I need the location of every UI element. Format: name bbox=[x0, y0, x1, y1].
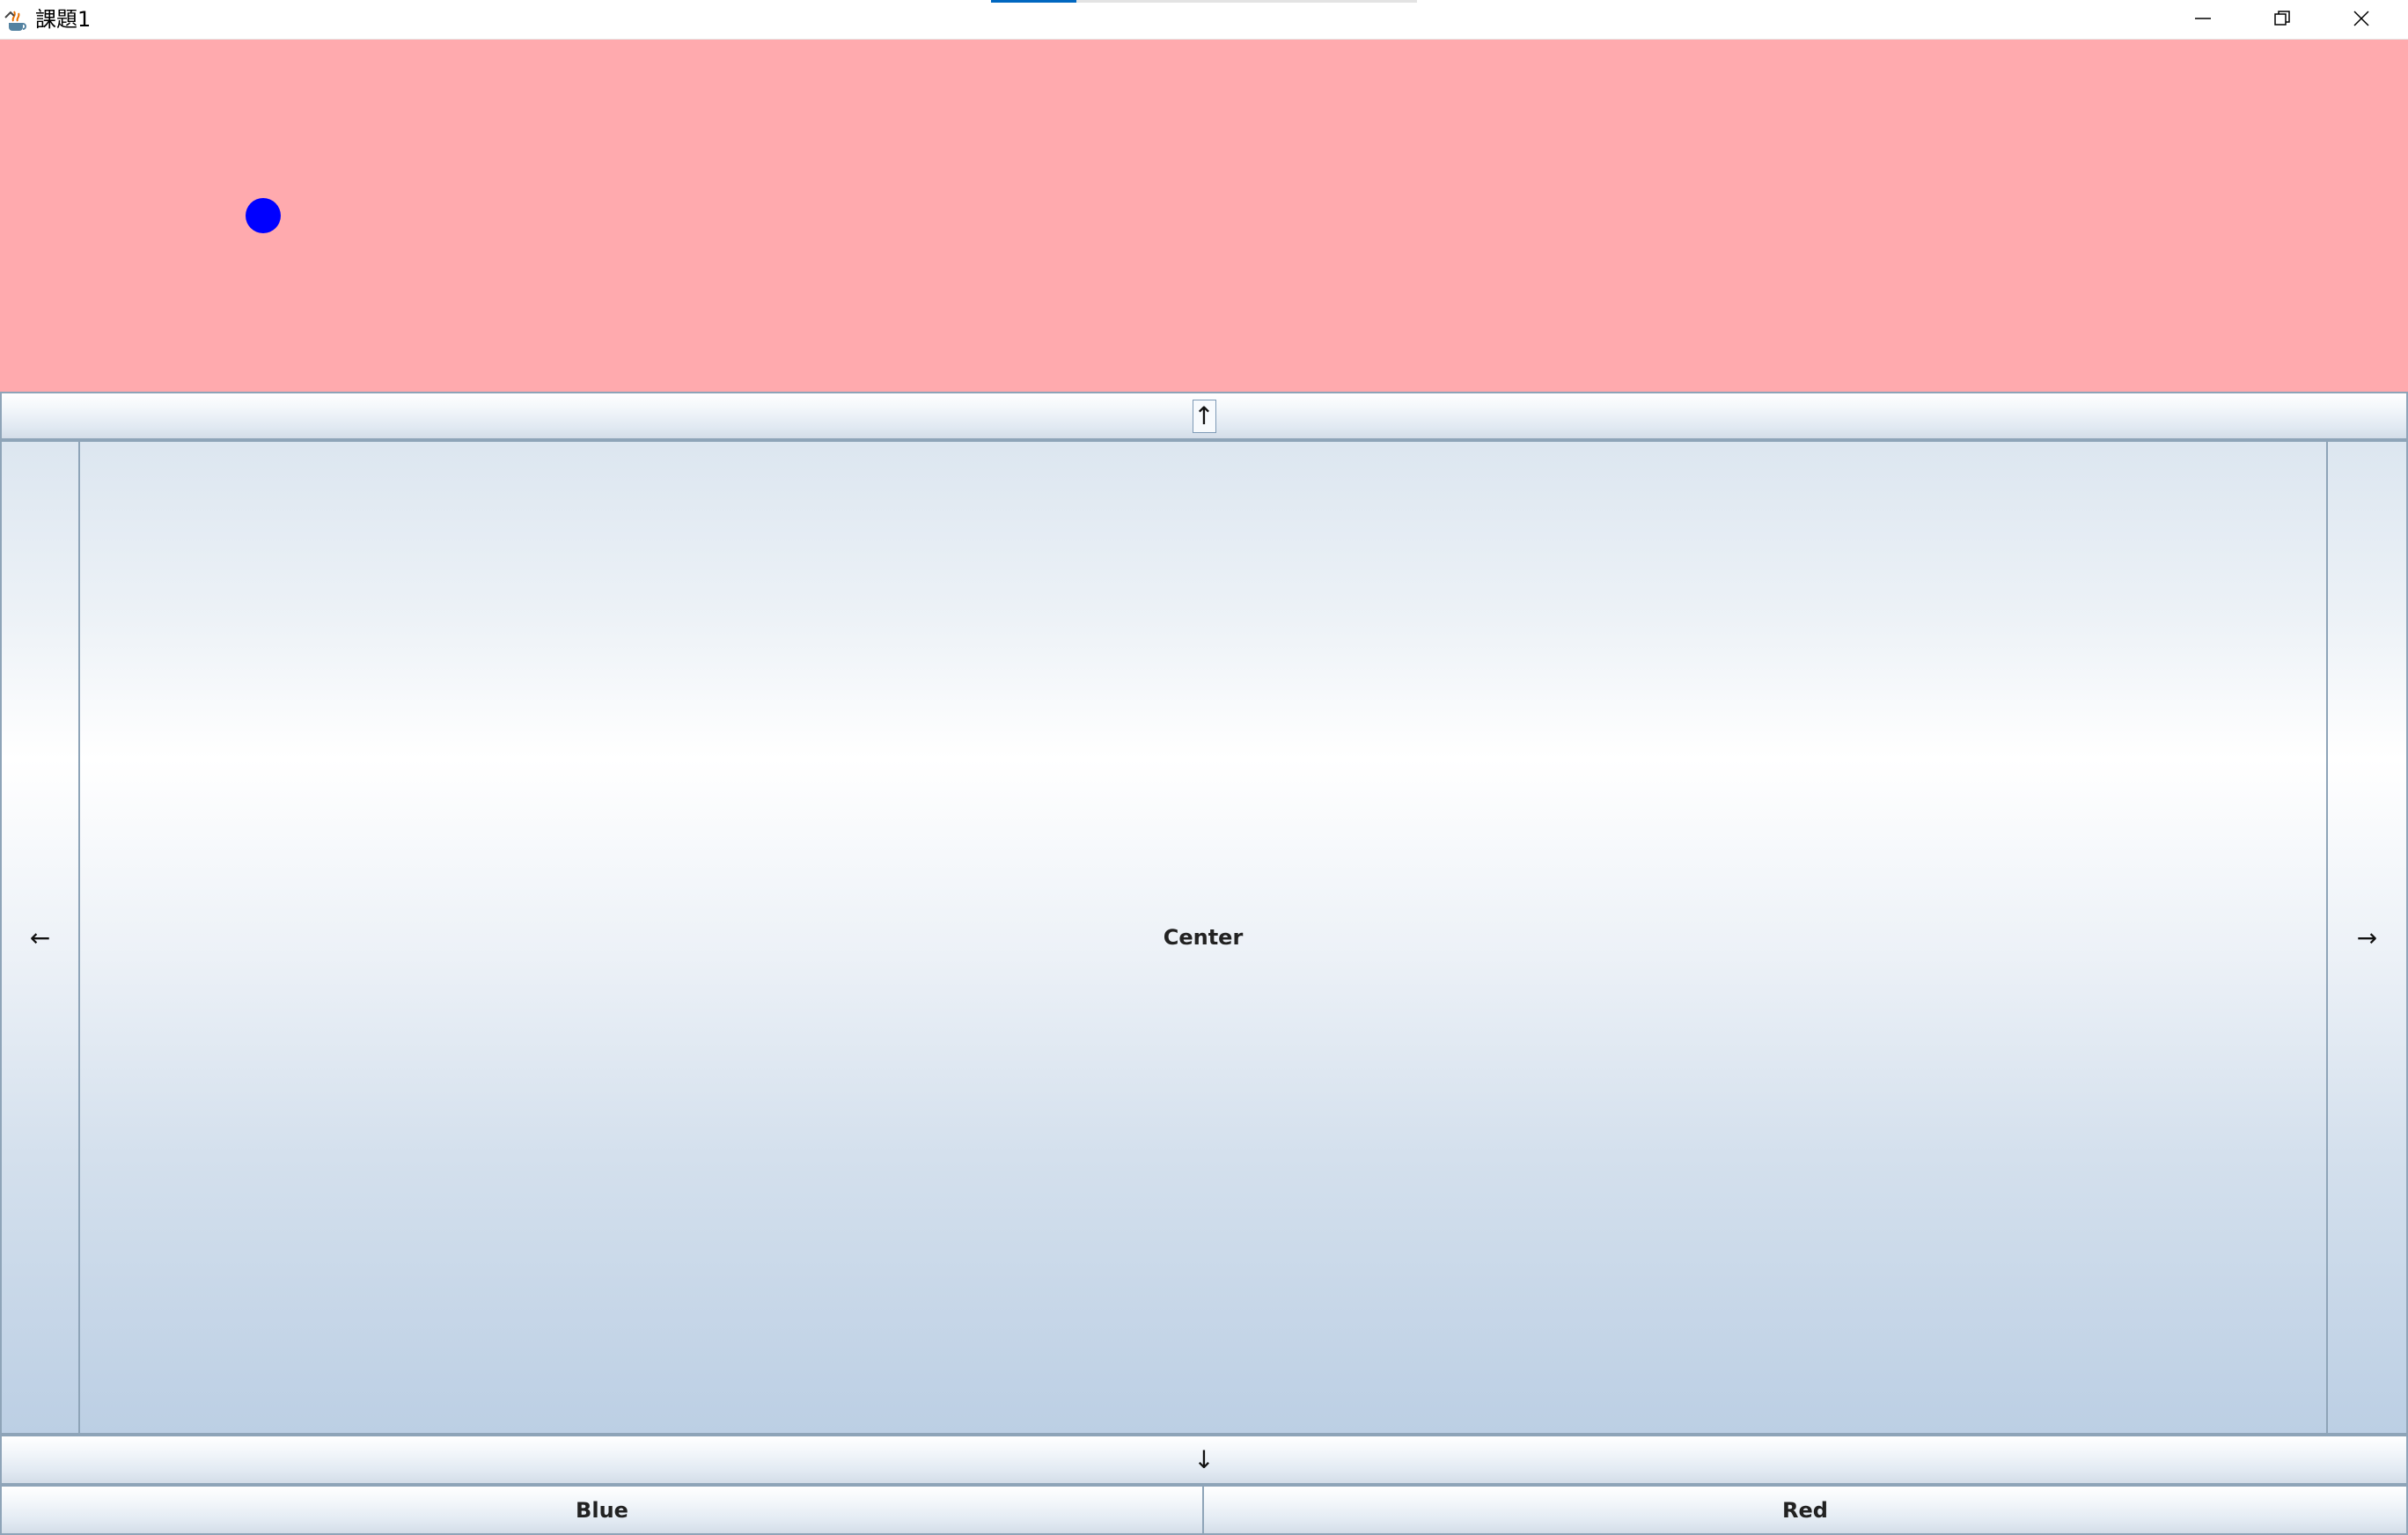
red-button-label: Red bbox=[1782, 1497, 1828, 1523]
title-bar[interactable]: 課題1 bbox=[0, 0, 2408, 40]
up-arrow-label: ↑ bbox=[1192, 399, 1216, 433]
ball bbox=[246, 198, 281, 233]
left-button[interactable]: ← bbox=[0, 440, 80, 1435]
red-button[interactable]: Red bbox=[1202, 1485, 2408, 1535]
close-icon bbox=[2353, 10, 2370, 31]
minimize-icon bbox=[2194, 10, 2212, 31]
blue-button[interactable]: Blue bbox=[0, 1485, 1204, 1535]
right-button[interactable]: → bbox=[2326, 440, 2408, 1435]
up-arrow-icon: ↑ bbox=[1193, 401, 1215, 430]
left-arrow-icon: ← bbox=[29, 922, 51, 952]
right-arrow-icon: → bbox=[2356, 922, 2378, 952]
close-button[interactable] bbox=[2322, 0, 2401, 40]
window-title: 課題1 bbox=[35, 7, 92, 32]
java-cup-icon bbox=[3, 5, 31, 33]
down-arrow-icon: ↓ bbox=[1193, 1445, 1215, 1474]
center-button-label: Center bbox=[1163, 925, 1244, 950]
down-button[interactable]: ↓ bbox=[0, 1435, 2408, 1485]
restore-icon bbox=[2273, 10, 2291, 31]
center-button[interactable]: Center bbox=[78, 440, 2328, 1435]
minimize-button[interactable] bbox=[2163, 0, 2243, 40]
drawing-canvas[interactable] bbox=[0, 40, 2408, 392]
blue-button-label: Blue bbox=[576, 1497, 628, 1523]
title-progress-bar bbox=[991, 0, 1417, 3]
title-progress-fill bbox=[991, 0, 1076, 3]
restore-button[interactable] bbox=[2243, 0, 2322, 40]
app-window: 課題1 ↑ ← Center → ↓ Blue Red bbox=[0, 0, 2408, 1535]
up-button[interactable]: ↑ bbox=[0, 392, 2408, 440]
